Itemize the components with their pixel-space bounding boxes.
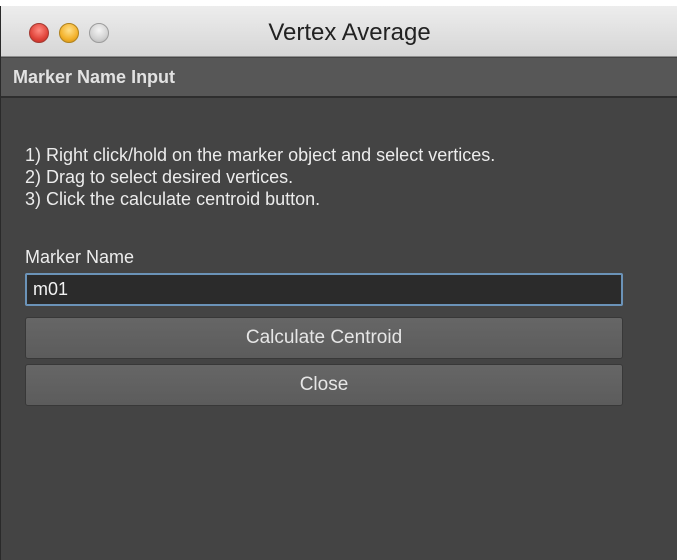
instruction-step-3: 3) Click the calculate centroid button. (25, 189, 321, 209)
vertex-average-window: Vertex Average Marker Name Input 1) Righ… (0, 6, 677, 560)
instruction-step-1: 1) Right click/hold on the marker object… (25, 145, 496, 165)
title-bar[interactable]: Vertex Average (1, 6, 677, 57)
marker-name-label: Marker Name (25, 247, 135, 267)
instruction-step-2: 2) Drag to select desired vertices. (25, 167, 294, 187)
section-header-label: Marker Name Input (13, 67, 176, 87)
section-header[interactable]: Marker Name Input (1, 58, 677, 98)
window-title: Vertex Average (268, 19, 431, 46)
instructions: 1) Right click/hold on the marker object… (25, 144, 495, 210)
marker-name-input[interactable] (25, 273, 623, 306)
close-button[interactable]: Close (25, 364, 623, 406)
calculate-centroid-button[interactable]: Calculate Centroid (25, 317, 623, 359)
